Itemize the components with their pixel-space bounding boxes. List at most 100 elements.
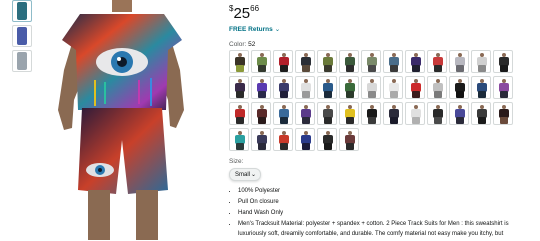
- color-swatch[interactable]: [339, 76, 359, 99]
- swatch-figure-bottom: [390, 117, 398, 124]
- size-selected-value: Small: [235, 172, 251, 178]
- color-swatch[interactable]: [273, 128, 293, 151]
- color-swatch[interactable]: [229, 50, 249, 73]
- color-swatch[interactable]: [229, 76, 249, 99]
- swatch-figure-bottom: [280, 143, 288, 150]
- color-swatch[interactable]: [339, 102, 359, 125]
- swatch-figure-bottom: [434, 65, 442, 72]
- color-swatch[interactable]: [427, 102, 447, 125]
- color-swatch[interactable]: [339, 50, 359, 73]
- swatch-figure-bottom: [324, 65, 332, 72]
- color-swatch[interactable]: [251, 76, 271, 99]
- free-returns-link[interactable]: FREE Returns ⌄: [229, 25, 280, 33]
- swatch-figure-bottom: [434, 117, 442, 124]
- swatch-figure-bottom: [478, 65, 486, 72]
- color-swatch[interactable]: [405, 50, 425, 73]
- thumbnail-image: [17, 27, 27, 45]
- color-swatch[interactable]: [449, 102, 469, 125]
- color-swatch[interactable]: [471, 50, 491, 73]
- swatch-figure-bottom: [258, 143, 266, 150]
- chevron-down-icon: ⌄: [274, 26, 281, 33]
- swatch-figure-bottom: [280, 117, 288, 124]
- swatch-figure-bottom: [236, 91, 244, 98]
- swatch-figure-bottom: [456, 117, 464, 124]
- color-swatch[interactable]: [449, 50, 469, 73]
- swatch-figure-bottom: [324, 91, 332, 98]
- product-main-image[interactable]: [34, 0, 210, 240]
- color-swatch[interactable]: [493, 102, 513, 125]
- color-swatch[interactable]: [383, 50, 403, 73]
- price-whole: 25: [233, 5, 251, 22]
- color-swatch[interactable]: [295, 128, 315, 151]
- feature-bullet: Men's Tracksuit Material: polyester + sp…: [238, 220, 538, 239]
- color-swatch[interactable]: [405, 102, 425, 125]
- color-swatch[interactable]: [383, 102, 403, 125]
- swatch-figure-bottom: [302, 65, 310, 72]
- swatch-figure-bottom: [236, 65, 244, 72]
- size-dropdown[interactable]: Small ⌄: [229, 168, 261, 181]
- feature-bullet: Hand Wash Only: [238, 209, 538, 219]
- size-label: Size:: [229, 158, 244, 165]
- color-swatch[interactable]: [251, 128, 271, 151]
- color-swatch[interactable]: [317, 128, 337, 151]
- color-swatch[interactable]: [317, 102, 337, 125]
- thumbnail-strip: [12, 0, 32, 75]
- swatch-figure-bottom: [412, 91, 420, 98]
- swatch-figure-bottom: [368, 117, 376, 124]
- swatch-figure-bottom: [390, 65, 398, 72]
- thumbnail-image: [17, 52, 27, 70]
- color-swatch[interactable]: [361, 50, 381, 73]
- color-swatch[interactable]: [361, 102, 381, 125]
- thumbnail-image: [17, 2, 27, 20]
- swatch-figure-bottom: [302, 91, 310, 98]
- color-swatch[interactable]: [427, 76, 447, 99]
- color-swatch[interactable]: [339, 128, 359, 151]
- color-swatch[interactable]: [383, 76, 403, 99]
- color-swatch[interactable]: [449, 76, 469, 99]
- swatch-figure-bottom: [412, 117, 420, 124]
- color-swatch[interactable]: [427, 50, 447, 73]
- swatch-figure-bottom: [280, 65, 288, 72]
- color-swatch[interactable]: [273, 76, 293, 99]
- swatch-figure-bottom: [324, 143, 332, 150]
- color-swatch[interactable]: [405, 76, 425, 99]
- color-swatch[interactable]: [229, 102, 249, 125]
- color-swatch-grid: [229, 50, 519, 151]
- color-swatch[interactable]: [317, 76, 337, 99]
- color-label: Color: 52: [229, 41, 255, 48]
- swatch-figure-bottom: [258, 65, 266, 72]
- color-swatch[interactable]: [229, 128, 249, 151]
- swatch-figure-bottom: [456, 91, 464, 98]
- swatch-figure-bottom: [500, 65, 508, 72]
- color-swatch[interactable]: [273, 102, 293, 125]
- color-swatch[interactable]: [493, 76, 513, 99]
- swatch-figure-bottom: [346, 117, 354, 124]
- color-swatch[interactable]: [471, 76, 491, 99]
- free-returns-label: FREE Returns: [229, 26, 273, 33]
- color-swatch[interactable]: [295, 50, 315, 73]
- price: $2566: [229, 4, 259, 22]
- swatch-figure-bottom: [346, 91, 354, 98]
- swatch-figure-bottom: [302, 143, 310, 150]
- swatch-figure-bottom: [500, 117, 508, 124]
- swatch-figure-bottom: [500, 91, 508, 98]
- gallery-thumbnail[interactable]: [12, 0, 32, 22]
- color-swatch[interactable]: [251, 102, 271, 125]
- color-swatch[interactable]: [317, 50, 337, 73]
- swatch-figure-bottom: [456, 65, 464, 72]
- swatch-figure-bottom: [390, 91, 398, 98]
- gallery-thumbnail[interactable]: [12, 50, 32, 72]
- swatch-figure-bottom: [478, 117, 486, 124]
- color-swatch[interactable]: [493, 50, 513, 73]
- color-swatch[interactable]: [251, 50, 271, 73]
- color-swatch[interactable]: [361, 76, 381, 99]
- swatch-figure-bottom: [478, 91, 486, 98]
- feature-bullets: 100% PolyesterPull On closureHand Wash O…: [229, 187, 538, 241]
- color-swatch[interactable]: [295, 102, 315, 125]
- swatch-figure-bottom: [324, 117, 332, 124]
- gallery-thumbnail[interactable]: [12, 25, 32, 47]
- color-swatch[interactable]: [471, 102, 491, 125]
- feature-bullet: Pull On closure: [238, 198, 538, 208]
- color-swatch[interactable]: [273, 50, 293, 73]
- color-swatch[interactable]: [295, 76, 315, 99]
